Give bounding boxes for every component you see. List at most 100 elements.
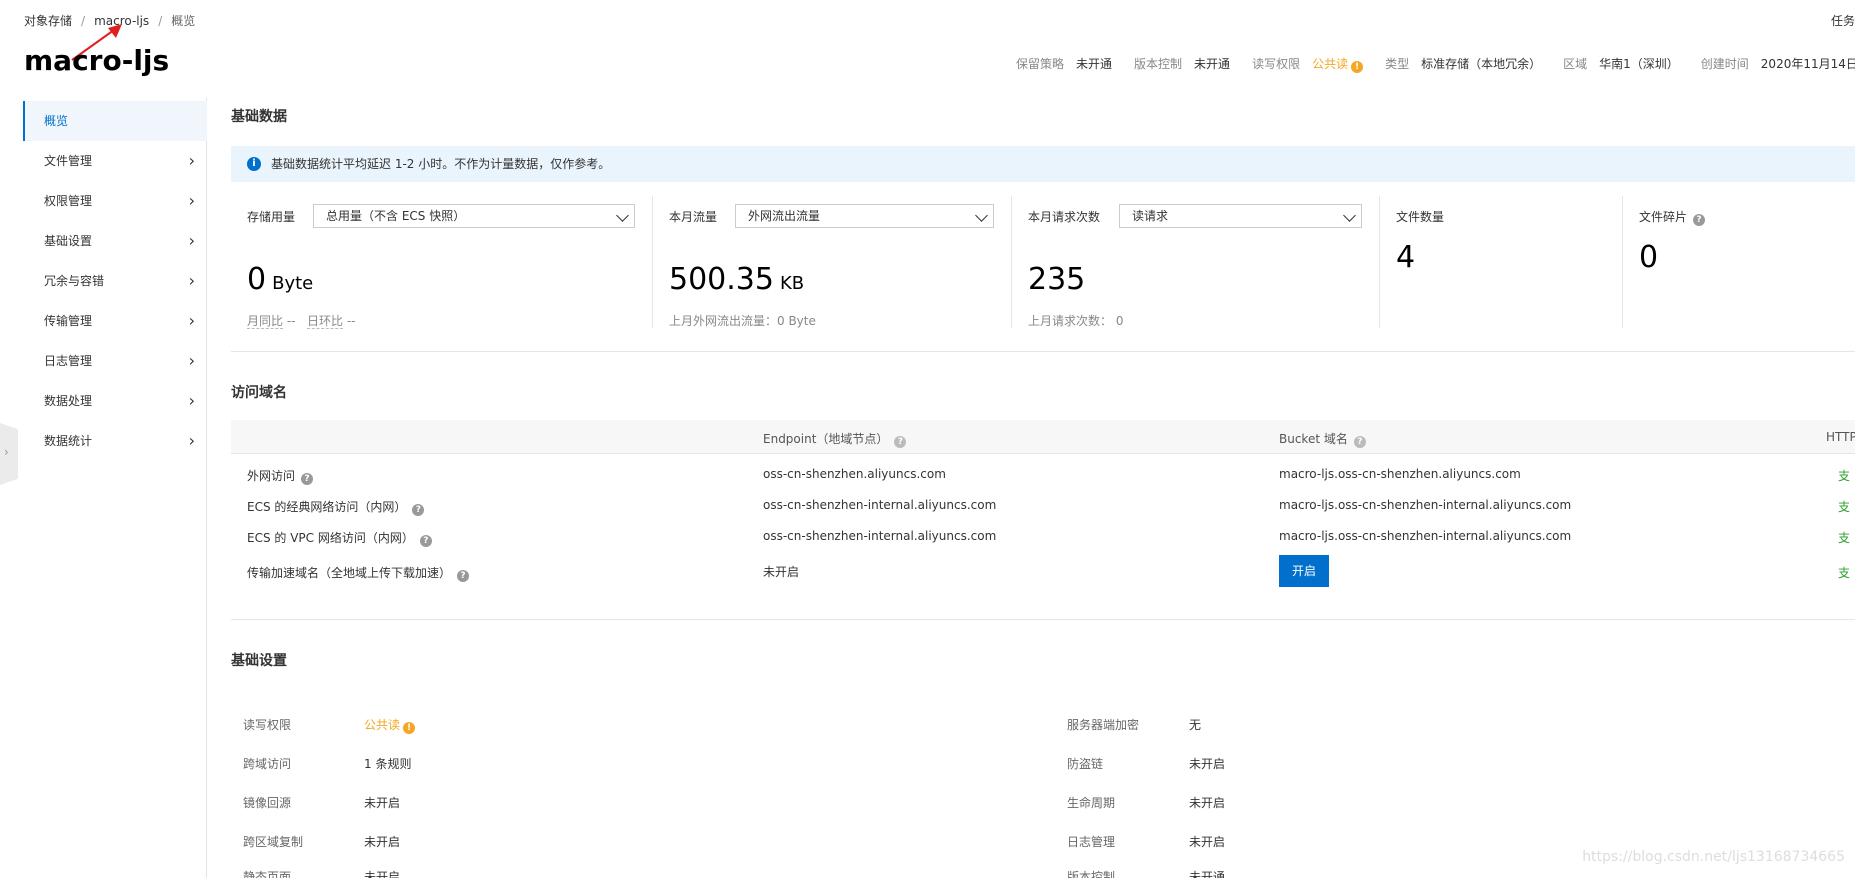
fragments-label: 文件碎片 bbox=[1639, 210, 1688, 224]
stat-files: 文件数量 4 bbox=[1380, 196, 1623, 328]
sidebar-item-data-processing[interactable]: 数据处理 › bbox=[23, 381, 207, 421]
sidebar-item-label: 权限管理 bbox=[44, 194, 93, 208]
mom-label[interactable]: 月同比 bbox=[247, 314, 284, 329]
help-icon[interactable]: ? bbox=[419, 535, 432, 547]
storage-type-select[interactable]: 总用量（不含 ECS 快照） bbox=[313, 204, 635, 228]
dod-label[interactable]: 日环比 bbox=[306, 314, 343, 329]
settings-row: 镜像回源 未开启 生命周期 未开启 bbox=[231, 794, 1855, 814]
meta-value: 未开通 bbox=[1194, 57, 1231, 71]
setting-value: 未开启 bbox=[1189, 796, 1226, 810]
sidebar-item-transfer[interactable]: 传输管理 › bbox=[23, 301, 207, 341]
warning-icon[interactable]: ! bbox=[1351, 61, 1364, 73]
section-title-domains: 访问域名 bbox=[231, 385, 287, 401]
meta-value: 标准存储（本地冗余） bbox=[1421, 57, 1542, 71]
column-header-label: Endpoint（地域节点） bbox=[763, 432, 889, 446]
sidebar-item-permissions[interactable]: 权限管理 › bbox=[23, 181, 207, 221]
chevron-right-icon: › bbox=[188, 271, 195, 290]
breadcrumb-current: 概览 bbox=[171, 14, 196, 28]
row-name-label: 外网访问 bbox=[247, 469, 296, 483]
setting-value: 未开启 bbox=[364, 870, 401, 878]
setting-value: 未开通 bbox=[1189, 870, 1226, 878]
table-row: 外网访问? oss-cn-shenzhen.aliyuncs.com macro… bbox=[231, 460, 1855, 490]
chevron-down-icon bbox=[975, 209, 988, 222]
setting-value: 未开启 bbox=[364, 796, 401, 810]
traffic-type-select[interactable]: 外网流出流量 bbox=[735, 204, 994, 228]
row-endpoint: oss-cn-shenzhen-internal.aliyuncs.com bbox=[763, 529, 997, 543]
sidebar-item-statistics[interactable]: 数据统计 › bbox=[23, 421, 207, 461]
chevron-right-icon: › bbox=[188, 231, 195, 250]
sidebar-item-file-management[interactable]: 文件管理 › bbox=[23, 141, 207, 181]
traffic-previous: 上月外网流出流量：0 Byte bbox=[669, 314, 816, 328]
sidebar-item-label: 日志管理 bbox=[44, 354, 93, 368]
setting-value[interactable]: 1 条规则 bbox=[364, 755, 411, 772]
table-row: ECS 的 VPC 网络访问（内网）? oss-cn-shenzhen-inte… bbox=[231, 522, 1855, 552]
column-header-https: HTTP bbox=[1826, 430, 1855, 444]
meta-key: 创建时间 bbox=[1700, 57, 1749, 71]
stat-label: 本月请求次数 bbox=[1028, 210, 1101, 224]
row-name: 传输加速域名（全地域上传下载加速）? bbox=[247, 564, 470, 582]
setting-key: 静态页面 bbox=[243, 870, 292, 878]
row-name-label: 传输加速域名（全地域上传下载加速） bbox=[247, 566, 452, 580]
enable-acceleration-button[interactable]: 开启 bbox=[1279, 555, 1329, 587]
row-https: 支 bbox=[1838, 531, 1851, 545]
help-icon[interactable]: ? bbox=[412, 504, 425, 516]
stat-value: 0 Byte bbox=[247, 262, 313, 297]
setting-key: 镜像回源 bbox=[243, 796, 292, 810]
request-type-select[interactable]: 读请求 bbox=[1119, 204, 1362, 228]
help-icon[interactable]: ? bbox=[1693, 214, 1706, 226]
row-bucket-domain: macro-ljs.oss-cn-shenzhen-internal.aliyu… bbox=[1279, 498, 1572, 512]
setting-key: 日志管理 bbox=[1067, 835, 1116, 849]
requests-value: 235 bbox=[1028, 262, 1086, 297]
setting-value: 未开启 bbox=[364, 835, 401, 849]
select-value: 读请求 bbox=[1132, 209, 1169, 223]
table-row: 传输加速域名（全地域上传下载加速）? 未开启 开启 支 bbox=[231, 555, 1855, 589]
stat-label: 存储用量 bbox=[247, 210, 296, 224]
sidebar-item-label: 数据统计 bbox=[44, 434, 93, 448]
meta-key: 读写权限 bbox=[1252, 57, 1301, 71]
setting-key: 读写权限 bbox=[243, 718, 292, 732]
sidebar-item-logs[interactable]: 日志管理 › bbox=[23, 341, 207, 381]
watermark: https://blog.csdn.net/ljs13168734665 bbox=[1582, 849, 1845, 865]
requests-previous: 上月请求次数： 0 bbox=[1028, 312, 1123, 329]
meta-key: 类型 bbox=[1385, 57, 1410, 71]
info-notice: i 基础数据统计平均延迟 1-2 小时。不作为计量数据，仅作参考。 bbox=[231, 146, 1855, 182]
sidebar-item-overview[interactable]: 概览 bbox=[23, 101, 207, 141]
meta-key: 区域 bbox=[1563, 57, 1588, 71]
top-bar: 对象存储 / macro-ljs / 概览 任务 macro-ljs 保留策略 未开通 版本… bbox=[0, 0, 1855, 100]
help-icon[interactable]: ? bbox=[1353, 436, 1366, 448]
setting-value: 未开启 bbox=[1189, 757, 1226, 771]
chevron-right-icon: › bbox=[188, 431, 195, 450]
breadcrumb-root[interactable]: 对象存储 bbox=[24, 14, 72, 28]
storage-unit: Byte bbox=[272, 273, 314, 294]
divider bbox=[231, 619, 1855, 620]
setting-value: 公共读 bbox=[364, 718, 401, 732]
row-endpoint: oss-cn-shenzhen.aliyuncs.com bbox=[763, 467, 946, 481]
dod-value: -- bbox=[346, 314, 356, 328]
sidebar-item-basic-settings[interactable]: 基础设置 › bbox=[23, 221, 207, 261]
stat-storage: 存储用量 总用量（不含 ECS 快照） 0 Byte 月同比 -- 日环比 -- bbox=[231, 196, 653, 329]
setting-key: 生命周期 bbox=[1067, 796, 1116, 810]
settings-row: 读写权限 公共读! 服务器端加密 无 bbox=[231, 716, 1855, 736]
sidebar-collapse-handle[interactable]: › bbox=[0, 423, 18, 485]
chevron-right-icon: › bbox=[4, 445, 9, 459]
meta-key: 版本控制 bbox=[1134, 57, 1183, 71]
table-row: ECS 的经典网络访问（内网）? oss-cn-shenzhen-interna… bbox=[231, 491, 1855, 521]
setting-value-acl[interactable]: 公共读! bbox=[364, 716, 416, 734]
sidebar-item-label: 文件管理 bbox=[44, 154, 93, 168]
row-name-label: ECS 的经典网络访问（内网） bbox=[247, 500, 407, 514]
requests-previous-value: 0 bbox=[1115, 314, 1124, 328]
sidebar-item-redundancy[interactable]: 冗余与容错 › bbox=[23, 261, 207, 301]
task-link[interactable]: 任务 bbox=[1831, 12, 1855, 29]
storage-value: 0 bbox=[247, 262, 267, 297]
column-header-label: Bucket 域名 bbox=[1279, 432, 1348, 446]
help-icon[interactable]: ? bbox=[894, 436, 907, 448]
setting-key: 版本控制 bbox=[1067, 870, 1116, 878]
files-value: 4 bbox=[1396, 240, 1416, 275]
section-title-basic-data: 基础数据 bbox=[231, 109, 287, 125]
help-icon[interactable]: ? bbox=[301, 473, 314, 485]
sidebar-item-label: 基础设置 bbox=[44, 234, 93, 248]
setting-key: 服务器端加密 bbox=[1067, 718, 1140, 732]
chevron-right-icon: › bbox=[188, 351, 195, 370]
help-icon[interactable]: ? bbox=[457, 570, 470, 582]
chevron-right-icon: › bbox=[188, 151, 195, 170]
